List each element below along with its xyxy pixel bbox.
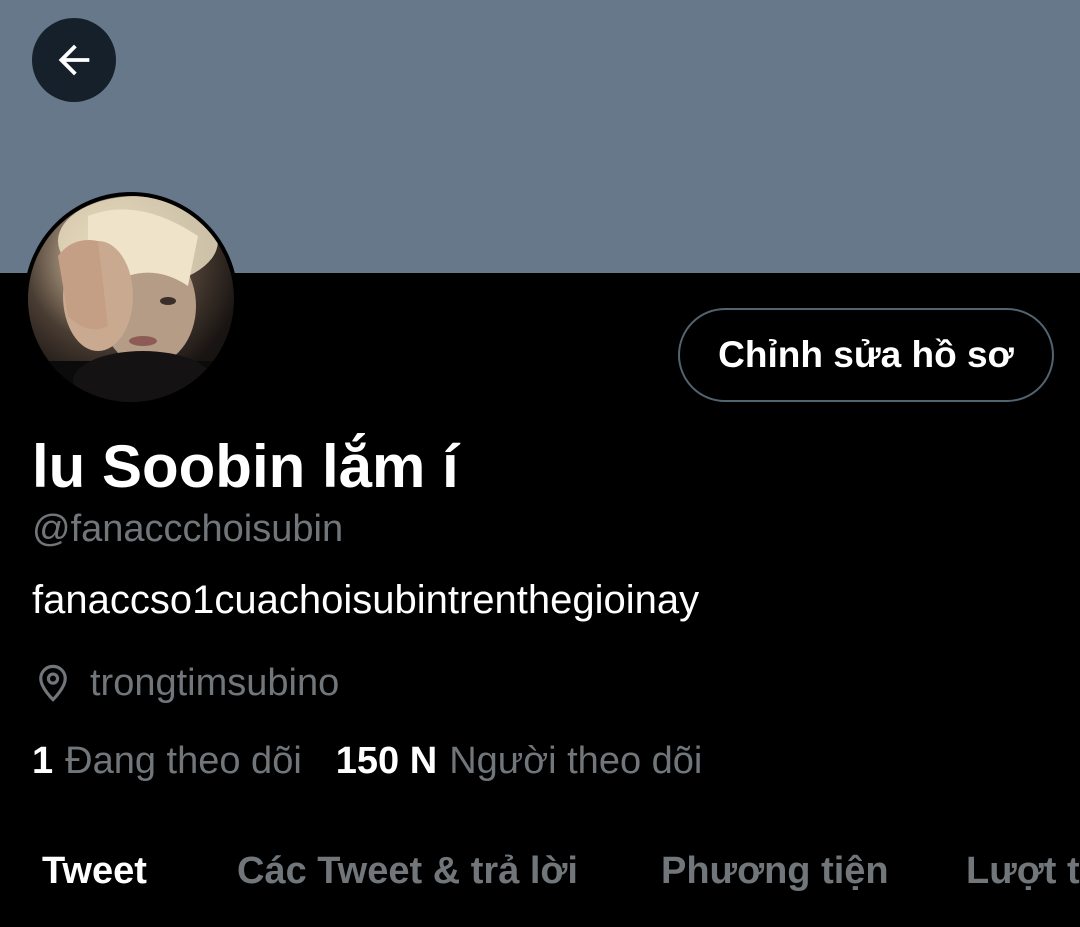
follow-stats: 1 Đang theo dõi 150 N Người theo dõi bbox=[32, 740, 702, 783]
edit-profile-button[interactable]: Chỉnh sửa hồ sơ bbox=[678, 308, 1054, 402]
avatar[interactable] bbox=[24, 192, 238, 406]
profile-location: trongtimsubino bbox=[32, 660, 339, 706]
profile-tabs: Tweet Các Tweet & trả lời Phương tiện Lư… bbox=[0, 840, 1080, 910]
username-handle: @fanaccchoisubin bbox=[32, 508, 344, 550]
profile-bio: fanaccso1cuachoisubintrenthegioinay bbox=[32, 578, 700, 622]
followers-label: Người theo dõi bbox=[449, 740, 703, 782]
followers-link[interactable]: 150 N Người theo dõi bbox=[336, 740, 703, 783]
following-link[interactable]: 1 Đang theo dõi bbox=[32, 740, 302, 783]
tab-media[interactable]: Phương tiện bbox=[661, 850, 889, 893]
followers-count: 150 N bbox=[335, 740, 438, 782]
following-label: Đang theo dõi bbox=[65, 740, 302, 782]
location-pin-icon bbox=[39, 664, 67, 702]
arrow-left-icon bbox=[58, 44, 90, 76]
avatar-illustration bbox=[28, 196, 234, 402]
back-button[interactable] bbox=[32, 18, 116, 102]
avatar-image bbox=[28, 196, 234, 402]
tab-tweets-and-replies[interactable]: Các Tweet & trả lời bbox=[237, 850, 578, 893]
following-count: 1 bbox=[32, 740, 54, 782]
tab-tweets[interactable]: Tweet bbox=[42, 850, 147, 893]
tab-likes[interactable]: Lượt thích bbox=[966, 850, 1080, 893]
location-text: trongtimsubino bbox=[90, 661, 340, 704]
display-name: lu Soobin lắm í bbox=[32, 433, 459, 500]
